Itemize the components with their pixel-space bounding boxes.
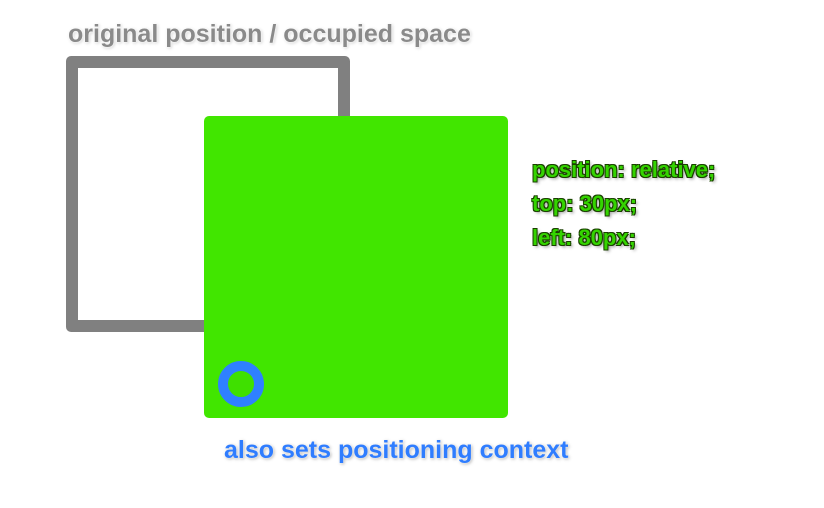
positioning-context-label: also sets positioning context <box>224 436 569 464</box>
code-line-position: position: relative; <box>532 157 716 182</box>
original-position-label: original position / occupied space <box>68 20 471 48</box>
css-code-block: position: relative; top: 30px; left: 80p… <box>532 153 715 255</box>
code-line-top: top: 30px; <box>532 191 638 216</box>
positioning-context-ring-icon <box>218 361 264 407</box>
code-line-left: left: 80px; <box>532 225 636 250</box>
